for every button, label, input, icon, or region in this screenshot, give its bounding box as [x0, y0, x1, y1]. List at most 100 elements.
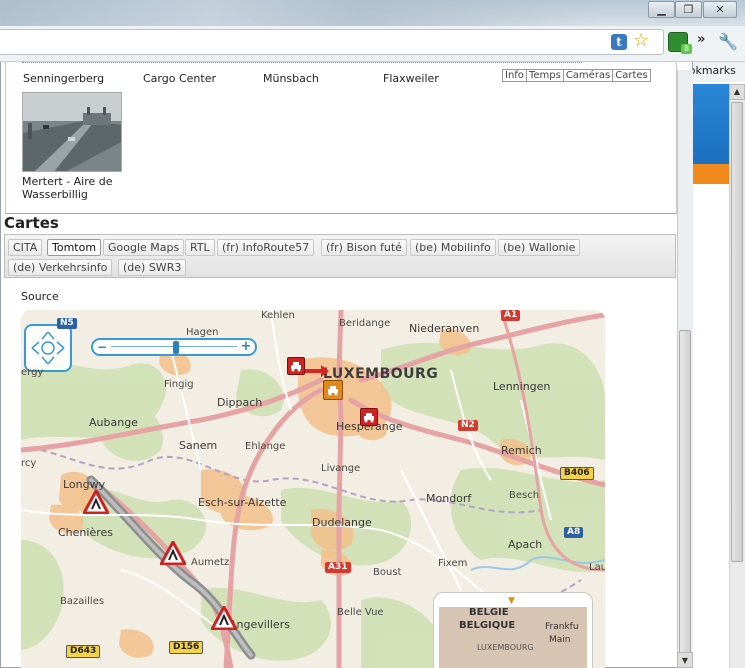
place-label: Belle Vue	[337, 607, 384, 618]
camera-name[interactable]: Münsbach	[263, 73, 319, 85]
tab-cita[interactable]: CITA	[8, 239, 43, 256]
place-label: Remich	[501, 444, 542, 457]
background-page-orange-bar	[693, 164, 729, 184]
tab-inforoute57[interactable]: (fr) InfoRoute57	[217, 239, 315, 256]
traffic-map[interactable]: − + A1 N2 B406 A8 A31 D156 D643 N5 Kehle…	[21, 310, 605, 668]
page-scroll-up-arrow-icon[interactable]: ▲	[729, 84, 745, 100]
background-page-banner	[693, 84, 729, 164]
road-label: A1	[501, 310, 521, 321]
place-label: Boust	[373, 567, 402, 578]
close-window-button[interactable]: ✕	[703, 1, 737, 18]
roadwork-marker[interactable]	[323, 380, 343, 400]
traffic-jam-marker[interactable]	[360, 408, 378, 426]
road-label: A8	[564, 527, 584, 538]
camera-thumbnail[interactable]	[22, 92, 122, 172]
clipped-text-row	[22, 62, 582, 66]
camera-caption-line[interactable]: Mertert - Aire de	[22, 176, 113, 188]
place-label: Livange	[321, 463, 361, 474]
map-source-tabs: CITA Tomtom Google Maps RTL (fr) InfoRou…	[4, 234, 676, 278]
roadworks-warning-icon[interactable]	[160, 541, 186, 565]
mini-tab-bar: Info Temps Caméras Cartes	[502, 69, 651, 82]
place-label: Dippach	[217, 396, 263, 409]
tab-wallonie[interactable]: (be) Wallonie	[498, 239, 581, 256]
traffic-direction-arrow-icon	[305, 365, 329, 377]
overview-map[interactable]: ▼ BELGIE BELGIQUE Frankfu Main LUXEMBOUR…	[433, 592, 593, 668]
popup-scrollbar-thumb[interactable]	[679, 330, 691, 660]
camera-name[interactable]: Flaxweiler	[383, 73, 439, 85]
camera-caption-line[interactable]: Wasserbillig	[22, 189, 88, 201]
place-label: Niederanven	[409, 322, 480, 335]
zoom-in-button[interactable]: +	[240, 340, 252, 354]
minimize-button[interactable]: ▁	[648, 1, 675, 18]
road-label: N2	[458, 420, 478, 431]
place-label: Mondorf	[426, 492, 472, 505]
place-label: Fixem	[438, 558, 468, 569]
road-label: D643	[66, 645, 101, 658]
road-label: A31	[325, 562, 351, 573]
place-label: Beridange	[339, 318, 391, 329]
source-link[interactable]: Source	[21, 290, 59, 303]
t-extension-icon[interactable]: t	[611, 34, 627, 50]
overview-label: BELGIQUE	[459, 620, 516, 631]
titlebar-decoration	[0, 0, 600, 26]
chevron-more-icon[interactable]: »	[697, 32, 705, 47]
place-label: Lau	[589, 562, 605, 573]
place-label: Apach	[508, 538, 543, 551]
zoom-out-button[interactable]: −	[96, 340, 108, 354]
map-zoom-control[interactable]: − +	[91, 338, 257, 356]
roadworks-warning-icon[interactable]	[211, 606, 237, 630]
car-icon	[328, 386, 338, 396]
popup-scroll-down-arrow-icon[interactable]: ▼	[677, 652, 693, 668]
map-pan-control[interactable]	[24, 324, 72, 372]
place-label: rcy	[21, 458, 37, 469]
road-label: D156	[169, 641, 204, 654]
tab-swr3[interactable]: (de) SWR3	[118, 259, 187, 276]
extension-badge: 8	[681, 44, 692, 54]
maximize-button[interactable]: ❐	[675, 1, 702, 18]
overview-label: Main	[549, 635, 571, 645]
place-label: Aubange	[89, 416, 138, 429]
tab-mobilinfo[interactable]: (be) Mobilinfo	[410, 239, 496, 256]
place-label: Chenières	[58, 526, 113, 539]
mini-tab-info[interactable]: Info	[503, 70, 527, 81]
camera-name[interactable]: Cargo Center	[143, 73, 216, 85]
car-icon	[364, 413, 374, 423]
traffic-jam-marker[interactable]	[287, 357, 305, 375]
mini-tab-temps[interactable]: Temps	[527, 70, 564, 81]
cartes-heading: Cartes	[4, 214, 59, 232]
wrench-menu-icon[interactable]: 🔧	[718, 32, 738, 51]
collapse-arrow-icon[interactable]: ▼	[508, 596, 515, 606]
place-label: Hagen	[186, 327, 219, 338]
bookmark-star-icon[interactable]: ☆	[633, 30, 649, 52]
place-label: Bazailles	[60, 596, 105, 607]
camera-image	[23, 93, 121, 171]
place-label: Kehlen	[261, 310, 295, 321]
page-scrollbar-thumb[interactable]	[731, 102, 743, 562]
road-label: N5	[57, 318, 77, 329]
place-label: Ehlange	[245, 441, 286, 452]
place-label: Lenningen	[493, 380, 551, 393]
overview-label: BELGIE	[469, 607, 509, 618]
place-label: Fingig	[164, 379, 194, 390]
overview-map-image: BELGIE BELGIQUE Frankfu Main LUXEMBOURG	[439, 607, 587, 668]
place-label: Angevillers	[229, 618, 290, 631]
tab-tomtom[interactable]: Tomtom	[47, 239, 102, 256]
pan-arrows-icon	[31, 331, 65, 365]
road-label: B406	[560, 467, 594, 480]
window-titlebar: ▁ ❐ ✕	[0, 0, 745, 26]
overview-label: Frankfu	[545, 622, 579, 632]
tab-bison-fute[interactable]: (fr) Bison futé	[321, 239, 407, 256]
mini-tab-cameras[interactable]: Caméras	[564, 70, 614, 81]
tab-google-maps[interactable]: Google Maps	[103, 239, 185, 256]
address-bar[interactable]: t ☆	[0, 29, 664, 55]
camera-name[interactable]: Senningerberg	[23, 73, 104, 85]
tab-rtl[interactable]: RTL	[185, 239, 215, 256]
place-label: ergy	[21, 367, 44, 378]
zoom-slider-thumb[interactable]	[173, 341, 179, 354]
place-label: Besch	[509, 490, 540, 501]
place-label: Aumetz	[191, 557, 230, 568]
tab-verkehrsinfo[interactable]: (de) Verkehrsinfo	[8, 259, 113, 276]
roadworks-warning-icon[interactable]	[83, 490, 109, 514]
place-label: Sanem	[179, 439, 218, 452]
mini-tab-cartes[interactable]: Cartes	[613, 70, 650, 81]
